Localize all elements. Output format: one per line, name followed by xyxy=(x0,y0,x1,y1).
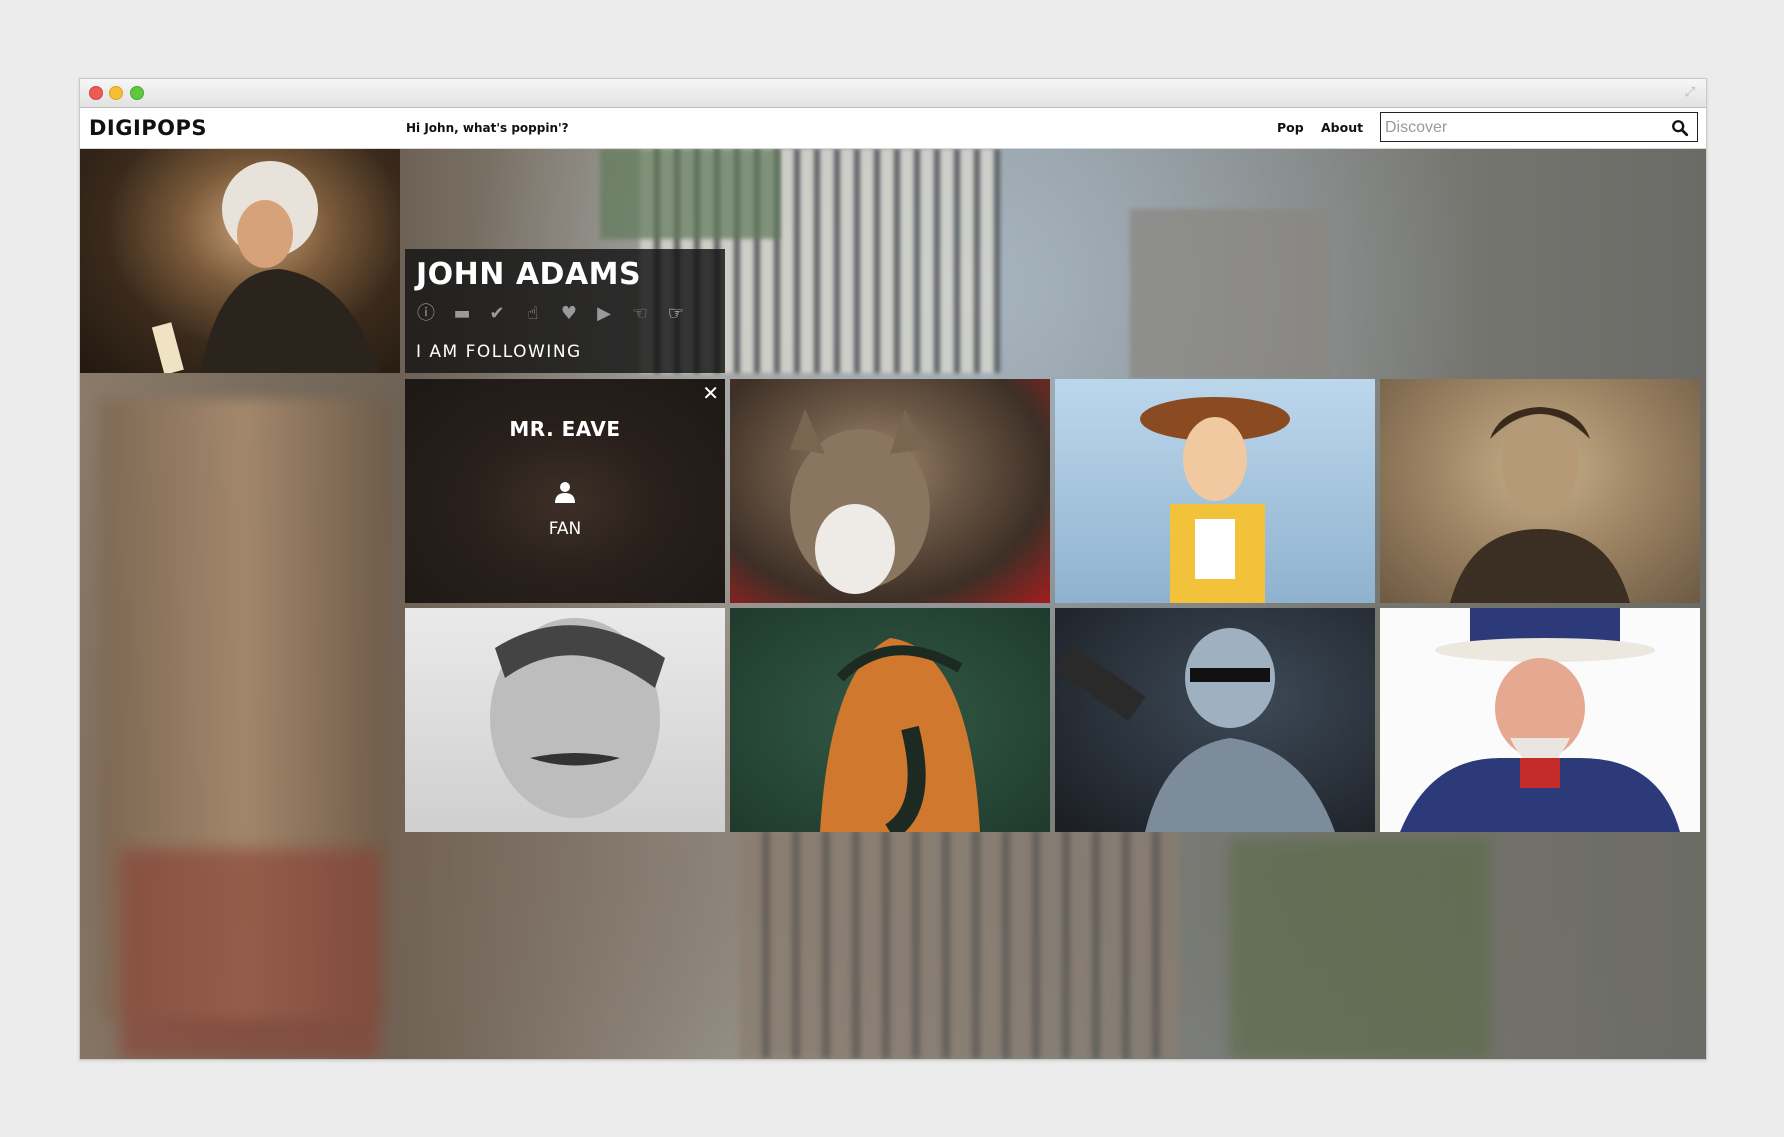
background-building xyxy=(600,149,780,239)
city-background: JOHN ADAMS ⓘ ▬ ✔ ☝ ♥ ▶ ☜ ☞ I AM FOLLOWIN… xyxy=(80,149,1706,1059)
following-label: I AM FOLLOWING xyxy=(416,342,582,362)
woody-tile[interactable] xyxy=(1055,379,1375,603)
profile-name: JOHN ADAMS xyxy=(416,257,642,292)
fullscreen-icon[interactable]: ⤢ xyxy=(1682,85,1698,101)
uncle-sam-tile[interactable] xyxy=(1380,608,1700,832)
close-icon[interactable]: ✕ xyxy=(702,381,719,405)
fan-name: MR. EAVE xyxy=(509,417,621,441)
briefcase-icon[interactable]: ▬ xyxy=(451,303,473,325)
check-icon[interactable]: ✔ xyxy=(486,303,508,325)
greek-vase-art xyxy=(820,638,980,832)
woody-art xyxy=(1140,397,1290,603)
background-building xyxy=(120,849,380,1059)
lewis-carroll-tile[interactable] xyxy=(1380,379,1700,603)
background-building xyxy=(740,829,1180,1059)
cat-art xyxy=(790,409,930,594)
hand-point-icon[interactable]: ☜ xyxy=(629,303,651,325)
browser-window: ⤢ DIGIPOPS Hi John, what's poppin'? Pop … xyxy=(79,78,1707,1060)
tesla-tile[interactable] xyxy=(405,608,725,832)
background-building xyxy=(1230,839,1490,1059)
person-icon xyxy=(555,482,575,503)
info-icon[interactable]: ⓘ xyxy=(415,303,437,325)
top-navbar: DIGIPOPS Hi John, what's poppin'? Pop Ab… xyxy=(80,108,1706,149)
uncle-sam-art xyxy=(1400,608,1680,832)
robocop-tile[interactable] xyxy=(1055,608,1375,832)
zoom-window-button[interactable] xyxy=(130,86,144,100)
greek-vase-tile[interactable] xyxy=(730,608,1050,832)
tesla-art xyxy=(490,618,665,818)
lewis-carroll-art xyxy=(1450,407,1630,603)
cat-tile[interactable] xyxy=(730,379,1050,603)
greeting-text: Hi John, what's poppin'? xyxy=(406,121,569,135)
heart-icon[interactable]: ♥ xyxy=(558,303,580,325)
hand-point-right-icon[interactable]: ☞ xyxy=(665,303,687,325)
minimize-window-button[interactable] xyxy=(109,86,123,100)
fan-label: FAN xyxy=(548,519,582,539)
profile-header: JOHN ADAMS ⓘ ▬ ✔ ☝ ♥ ▶ ☜ ☞ I AM FOLLOWIN… xyxy=(405,249,725,373)
search-box xyxy=(1380,112,1698,142)
john-adams-portrait[interactable] xyxy=(80,149,400,373)
nav-pop-link[interactable]: Pop xyxy=(1277,120,1304,135)
nav-about-link[interactable]: About xyxy=(1321,120,1363,135)
robocop-art xyxy=(1055,628,1335,832)
search-icon[interactable] xyxy=(1671,119,1689,137)
john-adams-portrait-art xyxy=(151,161,380,373)
fan-card-tile[interactable]: ✕ MR. EAVE FAN xyxy=(405,379,725,603)
background-building xyxy=(1130,209,1330,379)
play-icon[interactable]: ▶ xyxy=(593,303,615,325)
title-bar: ⤢ xyxy=(80,79,1706,108)
thumbs-up-icon[interactable]: ☝ xyxy=(522,303,544,325)
app-logo[interactable]: DIGIPOPS xyxy=(89,116,207,140)
close-window-button[interactable] xyxy=(89,86,103,100)
search-input[interactable] xyxy=(1383,115,1657,141)
